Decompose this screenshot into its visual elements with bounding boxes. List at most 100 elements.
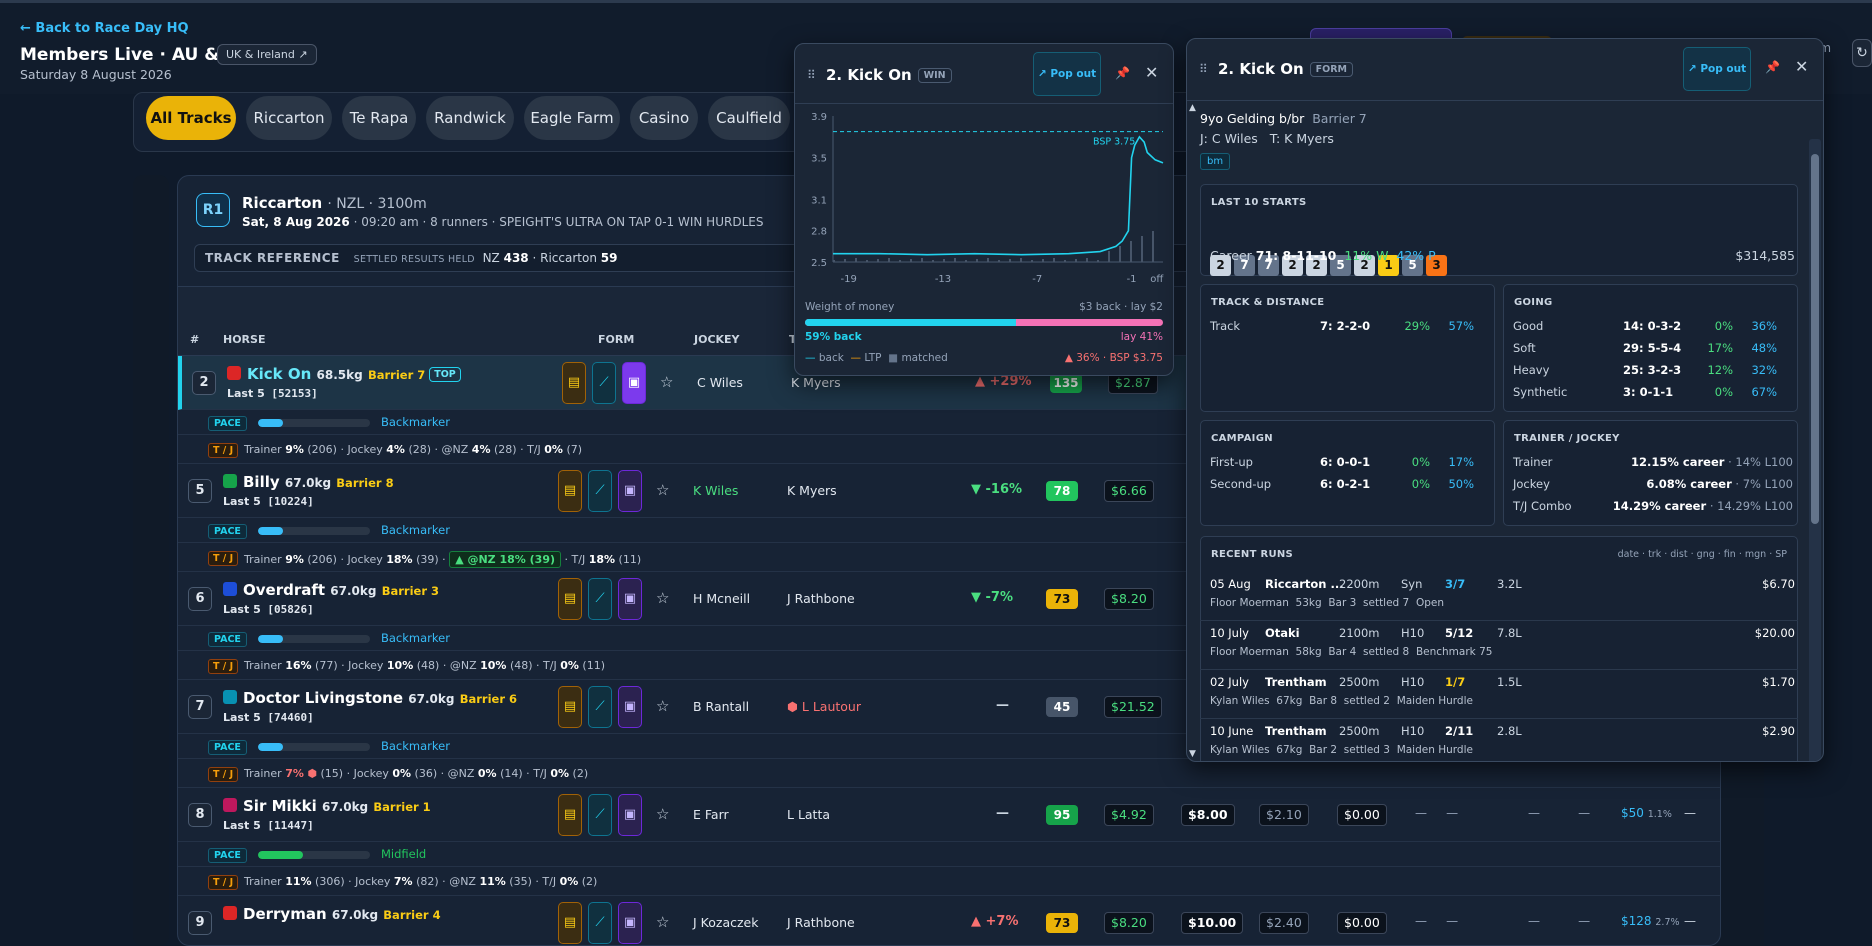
chart-icon: ⟋ [595,483,605,498]
odds-win[interactable]: $21.52 [1104,696,1162,718]
jockey-name[interactable]: K Wiles [693,483,738,498]
favourite-star-icon[interactable]: ☆ [656,481,669,499]
price-chart-button[interactable]: ⟋ [588,470,612,512]
trainer-name[interactable]: J Rathbone [787,591,855,606]
career-record: 71: 8-11-10 [1255,248,1337,263]
last5-form: Last 5 [10224] [223,495,314,508]
tj-trainer-count: (206) [307,553,337,566]
favourite-star-icon[interactable]: ☆ [656,589,669,607]
drag-handle-icon[interactable]: ⠿ [1199,62,1208,76]
form-guide-button[interactable]: ▣ [618,686,642,728]
track-pill-all[interactable]: All Tracks [146,96,236,140]
price-chart-button[interactable]: ⟋ [588,902,612,944]
track-pill-caulfield[interactable]: Caulfield [708,96,790,140]
odds-col-2[interactable]: $8.00 [1181,804,1235,826]
horse-name[interactable]: Doctor Livingstone 67.0kg Barrier 6 [243,689,517,707]
trainer-name[interactable]: L Latta [787,807,830,822]
favourite-star-icon[interactable]: ☆ [656,697,669,715]
favourite-star-icon[interactable]: ☆ [660,373,673,391]
pin-icon[interactable]: 📌 [1765,60,1780,74]
price-chart-button[interactable]: ⟋ [588,794,612,836]
form-guide-button[interactable]: ▣ [622,362,646,404]
notes-button[interactable]: ▤ [558,686,582,728]
form-guide-button[interactable]: ▣ [618,470,642,512]
horse-name[interactable]: Kick On 68.5kg Barrier 7 TOP [247,365,461,383]
price-chart-button[interactable]: ⟋ [588,686,612,728]
chart-x-tick: off [1150,274,1164,285]
jockey-name[interactable]: E Farr [693,807,729,822]
form-guide-button[interactable]: ▣ [618,578,642,620]
close-icon[interactable]: ✕ [1145,63,1158,82]
tj-combo-label: T/J [542,875,557,888]
tj-stats: Trainer 7% ⬢ (15) · Jockey 0% (36) · @NZ… [244,767,589,780]
odds-win[interactable]: $4.92 [1104,804,1154,826]
odds-col-3[interactable]: $2.10 [1259,804,1309,826]
notes-button[interactable]: ▤ [558,794,582,836]
drag-handle-icon[interactable]: ⠿ [807,68,816,82]
scroll-up-icon[interactable]: ▲ [1189,103,1819,113]
odds-col-4[interactable]: $0.00 [1337,804,1387,826]
region-switch-button[interactable]: UK & Ireland ↗ [217,44,317,65]
form-guide-button[interactable]: ▣ [618,902,642,944]
scrollbar-thumb[interactable] [1811,154,1819,524]
notes-button[interactable]: ▤ [558,470,582,512]
price-chart-button[interactable]: ⟋ [588,578,612,620]
notes-button[interactable]: ▤ [558,578,582,620]
horse-name-text: Doctor Livingstone [243,689,404,707]
matched-volume-bar [1130,241,1132,262]
chart-legend: — back — LTP ■ matched [805,352,948,364]
horse-name[interactable]: Sir Mikki 67.0kg Barrier 1 [243,797,431,815]
odds-col-3[interactable]: $2.40 [1259,912,1309,934]
tj-label: T / J [208,659,239,674]
jockey-name[interactable]: H Mcneill [693,591,750,606]
horse-name[interactable]: Overdraft 67.0kg Barrier 3 [243,581,439,599]
trainer-name[interactable]: ⬢ L Lautour [787,699,861,714]
odds-col-4[interactable]: $0.00 [1337,912,1387,934]
odds-win[interactable]: $8.20 [1104,912,1154,934]
tj-nz-label: @NZ [441,443,469,456]
track-ref-sub: SETTLED RESULTS HELD [353,254,475,265]
close-icon[interactable]: ✕ [1795,57,1808,76]
col-horse[interactable]: HORSE [223,333,265,346]
warning-icon: ⬢ [787,699,802,714]
odds-win[interactable]: $8.20 [1104,588,1154,610]
scroll-down-icon[interactable]: ▼ [1189,749,1819,759]
notes-button[interactable]: ▤ [558,902,582,944]
jockey-name[interactable]: J Kozaczek [693,915,758,930]
refresh-icon[interactable]: ↻ [1852,39,1872,67]
pace-bar [258,635,370,643]
recent-columns: date · trk · dist · gng · fin · mgn · SP [1617,549,1787,560]
horse-name-text: Sir Mikki [243,797,317,815]
track-pill-casino[interactable]: Casino [630,96,698,140]
run-details: Floor Moerman 58kg Bar 4 settled 8 Bench… [1210,646,1492,658]
trainer-name[interactable]: K Myers [791,375,841,390]
horse-name[interactable]: Billy 67.0kg Barrier 8 [243,473,394,491]
track-pill-randwick[interactable]: Randwick [426,96,514,140]
runner-row[interactable]: 9 Derryman 67.0kg Barrier 4 ▤ ⟋ ▣ ☆ J Ko… [178,896,1720,945]
jockey-name[interactable]: C Wiles [697,375,743,390]
notes-button[interactable]: ▤ [562,362,586,404]
jockey-name[interactable]: B Rantall [693,699,749,714]
price-chart-button[interactable]: ⟋ [592,362,616,404]
back-link[interactable]: ← Back to Race Day HQ [20,21,189,36]
pop-out-button[interactable]: ↗ Pop out [1683,47,1751,91]
pace-position: Backmarker [381,523,450,537]
favourite-star-icon[interactable]: ☆ [656,805,669,823]
favourite-star-icon[interactable]: ☆ [656,913,669,931]
pop-out-button[interactable]: ↗ Pop out [1033,52,1101,96]
pin-icon[interactable]: 📌 [1115,66,1130,80]
trainer-name[interactable]: J Rathbone [787,915,855,930]
track-pill-te-rapa[interactable]: Te Rapa [342,96,416,140]
horse-name[interactable]: Derryman 67.0kg Barrier 4 [243,905,441,923]
track-pill-riccarton[interactable]: Riccarton [246,96,332,140]
form-guide-button[interactable]: ▣ [618,794,642,836]
matched-volume-bar [844,259,846,262]
odds-win[interactable]: $6.66 [1104,480,1154,502]
runner-row[interactable]: 8 Sir Mikki 67.0kg Barrier 1 Last 5 [114… [178,788,1720,842]
trainer-name[interactable]: K Myers [787,483,837,498]
track-pill-eagle-farm[interactable]: Eagle Farm [524,96,620,140]
col-jockey[interactable]: JOCKEY [694,333,740,346]
odds-col-2[interactable]: $10.00 [1181,912,1244,934]
last5-figures: [52153] [271,387,318,400]
form-popup-scrollbar[interactable] [1809,139,1821,761]
